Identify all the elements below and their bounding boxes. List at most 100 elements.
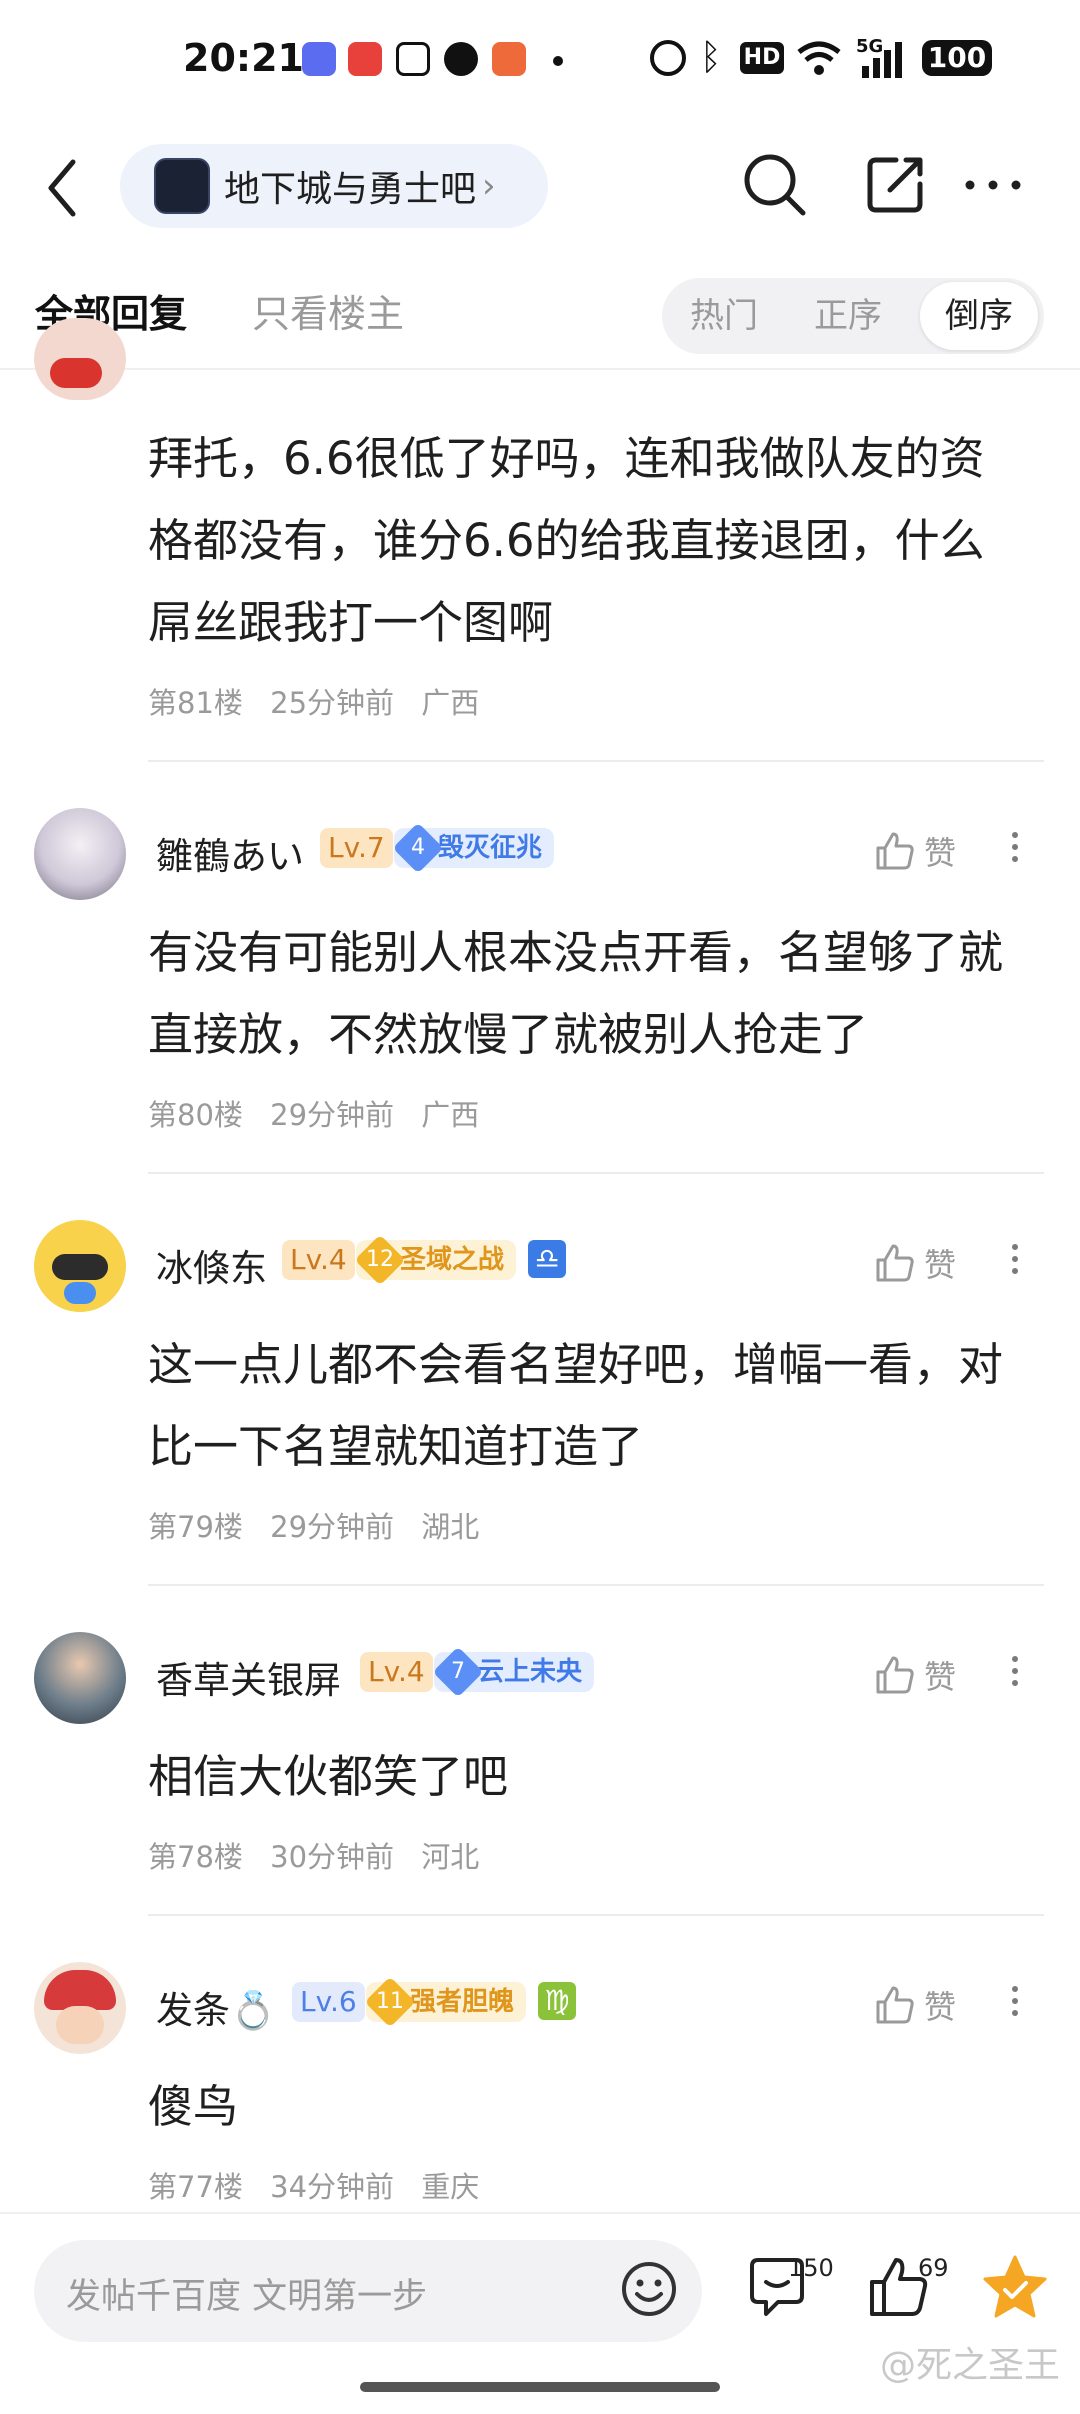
post-divider — [148, 1914, 1044, 1916]
back-icon[interactable] — [45, 158, 79, 218]
post-meta: 第81楼 25分钟前 广西 — [148, 680, 497, 722]
post-more-icon[interactable] — [1010, 1650, 1020, 1692]
post-text: 相信大伙都笑了吧 — [148, 1736, 1048, 1818]
compose-placeholder: 发帖千百度 文明第一步 — [66, 2277, 428, 2317]
post-divider — [148, 760, 1044, 762]
post-text-line: 屌丝跟我打一个图啊 — [148, 596, 554, 649]
wechat-icon — [444, 42, 478, 76]
avatar[interactable] — [34, 318, 126, 400]
post-meta: 第78楼 30分钟前 河北 — [148, 1834, 497, 1876]
signal-icon — [862, 42, 902, 78]
comment-count: 150 — [788, 2254, 834, 2282]
like-label: 赞 — [924, 1658, 957, 1696]
thumbs-up-icon — [876, 1656, 914, 1694]
post-meta: 第80楼 29分钟前 广西 — [148, 1092, 497, 1134]
like-label: 赞 — [924, 1246, 957, 1284]
post-meta: 第77楼 34分钟前 重庆 — [148, 2164, 497, 2206]
title-badge-label: 毁灭征兆 — [438, 833, 543, 863]
avatar[interactable] — [34, 1632, 126, 1724]
status-time: 20:21 — [183, 36, 304, 80]
more-options-icon[interactable] — [958, 150, 1028, 220]
sort-descending[interactable]: 倒序 — [920, 282, 1038, 350]
floor-number: 第79楼 — [148, 1510, 243, 1544]
zodiac-badge: ♎ — [528, 1240, 566, 1278]
post-text-line: 相信大伙都笑了吧 — [148, 1750, 509, 1803]
post-time: 25分钟前 — [270, 686, 395, 720]
like-button[interactable]: 赞 — [874, 1652, 956, 1698]
like-button[interactable]: 赞 — [874, 828, 956, 874]
post-time: 30分钟前 — [270, 1840, 395, 1874]
post-time: 34分钟前 — [270, 2170, 395, 2204]
battery-indicator: 100 — [922, 40, 992, 76]
post-text-line: 这一点儿都不会看名望好吧，增幅一看，对 — [148, 1338, 1004, 1391]
thumbs-up-icon — [876, 1244, 914, 1282]
redbook-icon — [348, 42, 382, 76]
level-badge: Lv.6 — [292, 1982, 365, 2022]
forum-name: 地下城与勇士吧 — [224, 169, 477, 210]
bluetooth-icon: ᛒ — [700, 37, 722, 78]
title-badge-label: 云上未央 — [478, 1657, 583, 1687]
search-icon[interactable] — [740, 150, 810, 220]
post-location: 广西 — [421, 1098, 480, 1132]
forum-pill[interactable]: 地下城与勇士吧 › — [120, 144, 548, 228]
post-more-icon[interactable] — [1010, 826, 1020, 868]
post-text-line: 拜托，6.6很低了好吗，连和我做队友的资 — [148, 432, 985, 485]
like-label: 赞 — [924, 834, 957, 872]
zodiac-badge: ♍ — [538, 1982, 576, 2020]
post-text: 这一点儿都不会看名望好吧，增幅一看，对 比一下名望就知道打造了 — [148, 1324, 1048, 1488]
post-time: 29分钟前 — [270, 1098, 395, 1132]
chevron-right-icon: › — [482, 166, 496, 206]
post-time: 29分钟前 — [270, 1510, 395, 1544]
floor-number: 第78楼 — [148, 1840, 243, 1874]
emoji-icon[interactable] — [620, 2260, 678, 2318]
level-badge: Lv.4 — [360, 1652, 433, 1692]
alarm-icon — [650, 40, 686, 76]
avatar[interactable] — [34, 1962, 126, 2054]
tab-only-op[interactable]: 只看楼主 — [252, 283, 404, 338]
thumbs-up-icon — [876, 1986, 914, 2024]
post-text-line: 有没有可能别人根本没点开看，名望够了就 — [148, 926, 1004, 979]
post-location: 重庆 — [421, 2170, 480, 2204]
username[interactable]: 雛鶴あい — [156, 826, 304, 880]
floor-number: 第80楼 — [148, 1098, 243, 1132]
floor-number: 第81楼 — [148, 686, 243, 720]
title-badge-label: 圣域之战 — [400, 1245, 505, 1275]
post-text-line: 格都没有，谁分6.6的给我直接退团，什么 — [148, 514, 985, 567]
hd-icon: HD — [740, 42, 784, 74]
post-text: 拜托，6.6很低了好吗，连和我做队友的资 格都没有，谁分6.6的给我直接退团，什… — [148, 418, 1048, 664]
post-location: 湖北 — [421, 1510, 480, 1544]
status-bar: 20:21 ᛒ HD 5G 100 — [0, 0, 1080, 120]
post-text-line: 直接放，不然放慢了就被别人抢走了 — [148, 1008, 869, 1061]
sort-toggle: 热门 正序 倒序 — [662, 278, 1044, 354]
level-badge: Lv.4 — [282, 1240, 355, 1280]
game-icon — [492, 42, 526, 76]
home-indicator[interactable] — [360, 2382, 720, 2392]
post-more-icon[interactable] — [1010, 1980, 1020, 2022]
post-text-line: 比一下名望就知道打造了 — [148, 1420, 644, 1473]
avatar[interactable] — [34, 808, 126, 900]
dot-icon — [553, 56, 563, 66]
post-text: 有没有可能别人根本没点开看，名望够了就 直接放，不然放慢了就被别人抢走了 — [148, 912, 1048, 1076]
star-icon[interactable] — [980, 2252, 1050, 2322]
post-text-line: 傻鸟 — [148, 2080, 239, 2133]
like-count: 69 — [918, 2254, 949, 2282]
post-more-icon[interactable] — [1010, 1238, 1020, 1280]
post-divider — [148, 1584, 1044, 1586]
like-button[interactable]: 赞 — [874, 1240, 956, 1286]
sort-hot[interactable]: 热门 — [662, 278, 786, 354]
avatar[interactable] — [34, 1220, 126, 1312]
username[interactable]: 冰倏东 — [156, 1238, 267, 1292]
like-button[interactable]: 赞 — [874, 1982, 956, 2028]
title-badge-label: 强者胆魄 — [410, 1987, 515, 2017]
forum-avatar — [154, 158, 210, 214]
watermark: @死之圣王 — [879, 2345, 1060, 2386]
share-edit-icon[interactable] — [860, 150, 930, 220]
thumbs-up-icon — [876, 832, 914, 870]
floor-number: 第77楼 — [148, 2170, 243, 2204]
tabs-divider — [0, 368, 1080, 370]
post-divider — [148, 1172, 1044, 1174]
sort-ascending[interactable]: 正序 — [786, 278, 910, 354]
username[interactable]: 香草关银屏 — [156, 1650, 341, 1704]
level-badge: Lv.7 — [320, 828, 393, 868]
username[interactable]: 发条💍 — [156, 1980, 276, 2034]
